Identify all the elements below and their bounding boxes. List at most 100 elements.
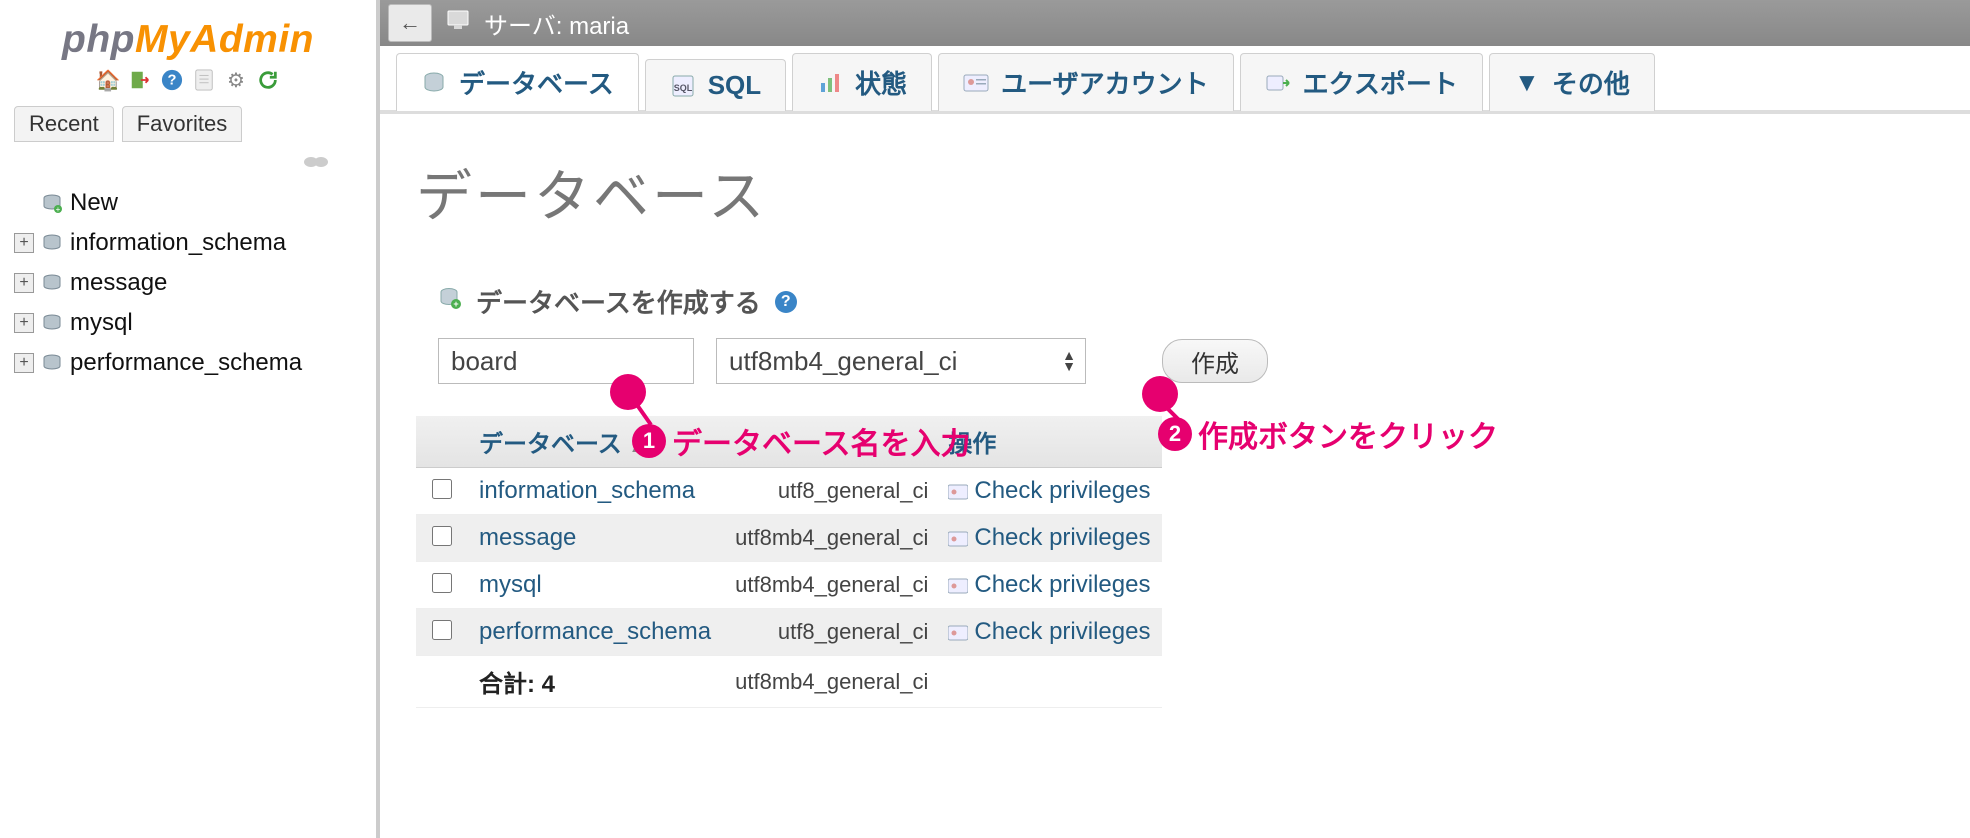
tree-item-label: mysql <box>70 309 133 337</box>
sidebar-toolbar: 🏠 ? ⚙ <box>0 68 376 92</box>
help-icon[interactable]: ? <box>775 291 797 313</box>
tree-item-label: information_schema <box>70 229 286 257</box>
create-db-label: データベースを作成する <box>476 283 761 320</box>
tab-label: SQL <box>708 70 761 101</box>
tab-export[interactable]: エクスポート <box>1240 53 1483 111</box>
row-checkbox[interactable] <box>432 526 452 546</box>
tab-label: 状態 <box>855 64 907 101</box>
row-checkbox[interactable] <box>432 620 452 640</box>
svg-text:?: ? <box>168 73 177 89</box>
check-privileges-link[interactable]: Check privileges <box>974 524 1150 551</box>
table-row: performance_schema utf8_general_ci Check… <box>416 609 1162 656</box>
table-row: information_schema utf8_general_ci Check… <box>416 468 1162 515</box>
left-sidebar: phpMyAdmin 🏠 ? ⚙ Recent Favorites <box>0 0 380 838</box>
check-privileges-link[interactable]: Check privileges <box>974 477 1150 504</box>
sidebar-nav-tabs: Recent Favorites <box>0 106 376 142</box>
tab-label: その他 <box>1552 64 1630 101</box>
privileges-icon <box>948 531 968 547</box>
row-checkbox[interactable] <box>432 479 452 499</box>
check-privileges-link[interactable]: Check privileges <box>974 618 1150 645</box>
app-root: phpMyAdmin 🏠 ? ⚙ Recent Favorites <box>0 0 1970 838</box>
db-icon <box>42 273 62 293</box>
tab-recent[interactable]: Recent <box>14 106 114 142</box>
svg-text:+: + <box>453 299 458 309</box>
tree-new-label: New <box>70 189 118 217</box>
db-tree: + New + information_schema + <box>0 183 376 383</box>
home-icon[interactable]: 🏠 <box>96 68 120 92</box>
total-label: 合計: 4 <box>467 656 723 708</box>
reload-icon[interactable] <box>256 68 280 92</box>
expand-icon[interactable]: + <box>14 233 34 253</box>
tab-label: データベース <box>459 64 614 101</box>
new-db-icon: + <box>438 286 462 317</box>
server-icon <box>446 9 470 37</box>
tree-item[interactable]: + performance_schema <box>14 343 376 383</box>
db-name-input[interactable] <box>438 338 694 384</box>
database-icon <box>421 70 447 96</box>
tree-new[interactable]: + New <box>14 183 376 223</box>
content: データベース + データベースを作成する ? utf8mb4_general_c… <box>380 114 1970 708</box>
col-check <box>416 416 467 468</box>
create-db-form: utf8mb4_general_ci ▲▼ 作成 <box>416 338 1934 384</box>
back-button[interactable]: ← <box>388 4 432 42</box>
brand-part2: MyAdmin <box>135 18 314 61</box>
privileges-icon <box>948 578 968 594</box>
row-collation: utf8_general_ci <box>723 468 936 515</box>
row-collation: utf8mb4_general_ci <box>723 515 936 562</box>
tree-item[interactable]: + message <box>14 263 376 303</box>
svg-text:SQL: SQL <box>673 83 692 93</box>
annotation-badge-1: 1 <box>632 424 666 458</box>
docs-icon[interactable] <box>192 68 216 92</box>
chevron-down-icon: ▼ <box>1514 70 1540 96</box>
tab-sql[interactable]: SQL SQL <box>645 59 786 111</box>
tab-databases[interactable]: データベース <box>396 53 639 111</box>
tree-item[interactable]: + mysql <box>14 303 376 343</box>
create-button[interactable]: 作成 <box>1162 339 1268 383</box>
check-privileges-link[interactable]: Check privileges <box>974 571 1150 598</box>
db-icon <box>42 313 62 333</box>
collapse-all-icon[interactable] <box>0 154 376 175</box>
page-title: データベース <box>416 152 1934 233</box>
main-tabs: データベース SQL SQL 状態 ユーザアカウント <box>380 46 1970 114</box>
brand-logo: phpMyAdmin <box>0 18 376 62</box>
collation-select[interactable]: utf8mb4_general_ci <box>716 338 1086 384</box>
tree-item[interactable]: + information_schema <box>14 223 376 263</box>
db-link[interactable]: information_schema <box>479 477 695 504</box>
total-collation: utf8mb4_general_ci <box>723 656 936 708</box>
annotation-text-2: 作成ボタンをクリック <box>1198 412 1498 456</box>
annotation-badge-2: 2 <box>1158 417 1192 451</box>
row-checkbox[interactable] <box>432 573 452 593</box>
tab-more[interactable]: ▼ その他 <box>1489 53 1655 111</box>
privileges-icon <box>948 625 968 641</box>
annotation-text-1: データベース名を入力 <box>672 419 971 463</box>
table-row: message utf8mb4_general_ci Check privile… <box>416 515 1162 562</box>
db-icon <box>42 353 62 373</box>
row-collation: utf8_general_ci <box>723 609 936 656</box>
tab-favorites[interactable]: Favorites <box>122 106 242 142</box>
db-link[interactable]: message <box>479 524 576 551</box>
status-icon <box>817 70 843 96</box>
tab-users[interactable]: ユーザアカウント <box>938 53 1233 111</box>
tree-item-label: performance_schema <box>70 349 302 377</box>
annotation-1: 1 データベース名を入力 <box>632 419 971 463</box>
db-link[interactable]: performance_schema <box>479 618 711 645</box>
tab-label: エクスポート <box>1303 64 1458 101</box>
users-icon <box>963 70 989 96</box>
expand-icon[interactable]: + <box>14 353 34 373</box>
tab-status[interactable]: 状態 <box>792 53 932 111</box>
annotation-dot-2 <box>1142 376 1178 412</box>
table-row: mysql utf8mb4_general_ci Check privilege… <box>416 562 1162 609</box>
tab-label: ユーザアカウント <box>1001 64 1208 101</box>
main-panel: ← サーバ: maria データベース SQL SQL <box>380 0 1970 838</box>
svg-text:+: + <box>56 205 61 213</box>
db-link[interactable]: mysql <box>479 571 542 598</box>
tree-item-label: message <box>70 269 167 297</box>
row-collation: utf8mb4_general_ci <box>723 562 936 609</box>
collation-select-wrap: utf8mb4_general_ci ▲▼ <box>716 338 1086 384</box>
expand-icon[interactable]: + <box>14 313 34 333</box>
help-icon[interactable]: ? <box>160 68 184 92</box>
expand-icon[interactable]: + <box>14 273 34 293</box>
sql-icon: SQL <box>670 73 696 99</box>
exit-icon[interactable] <box>128 68 152 92</box>
gear-icon[interactable]: ⚙ <box>224 68 248 92</box>
